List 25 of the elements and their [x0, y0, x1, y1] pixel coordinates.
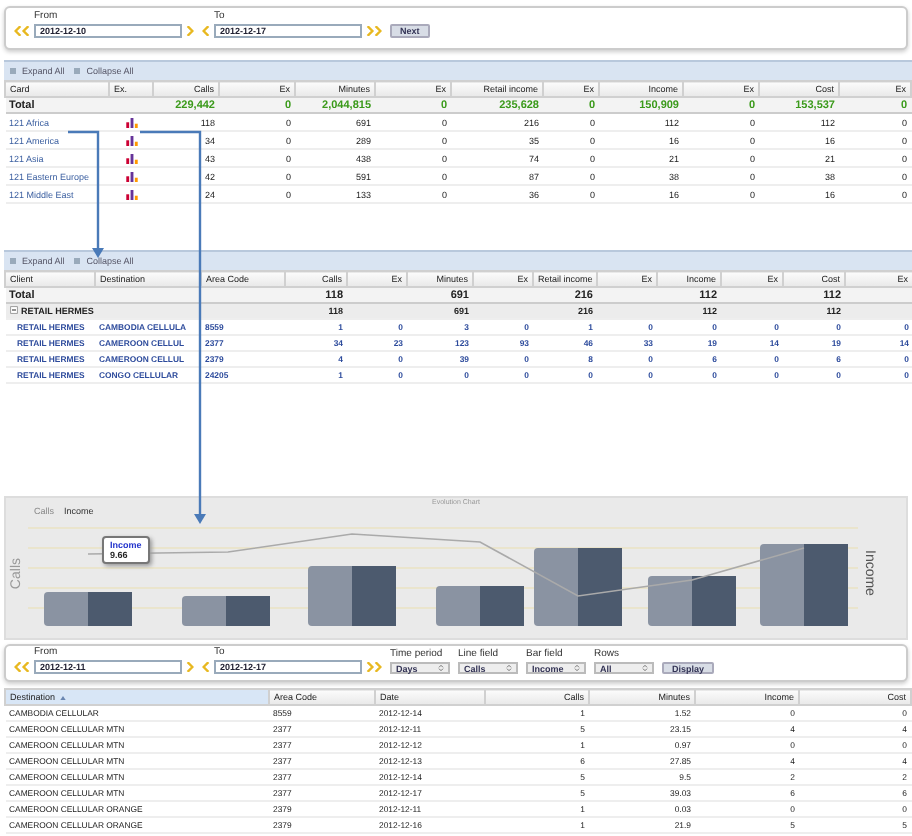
double-chevron-right-icon[interactable] [366, 26, 382, 36]
chevron-left-icon[interactable] [202, 26, 210, 36]
double-chevron-left-icon[interactable] [14, 26, 30, 36]
dropdown-arrows-icon [574, 664, 580, 672]
chevron-right-icon[interactable] [186, 662, 194, 672]
chart-bar [760, 543, 848, 625]
chart-bar [308, 565, 396, 625]
double-chevron-right-icon[interactable] [366, 662, 382, 672]
dropdown-arrows-icon [506, 664, 512, 672]
bar-chart-icon[interactable] [125, 117, 137, 128]
double-chevron-left-icon[interactable] [14, 662, 30, 672]
chart-bar [436, 585, 524, 625]
collapse-toggle-icon[interactable] [9, 306, 17, 315]
bar-chart-icon[interactable] [125, 135, 137, 146]
chevron-left-icon[interactable] [202, 662, 210, 672]
dropdown-arrows-icon [642, 664, 648, 672]
chevron-right-icon[interactable] [186, 26, 194, 36]
dropdown-arrows-icon [438, 664, 444, 672]
bar-chart-icon[interactable] [125, 189, 137, 200]
chart-bar [182, 595, 270, 625]
chart-bar [648, 575, 736, 625]
chart-bar [534, 547, 622, 625]
bar-chart-icon[interactable] [125, 171, 137, 182]
chart-bar [44, 591, 132, 625]
bar-chart-icon[interactable] [125, 153, 137, 164]
